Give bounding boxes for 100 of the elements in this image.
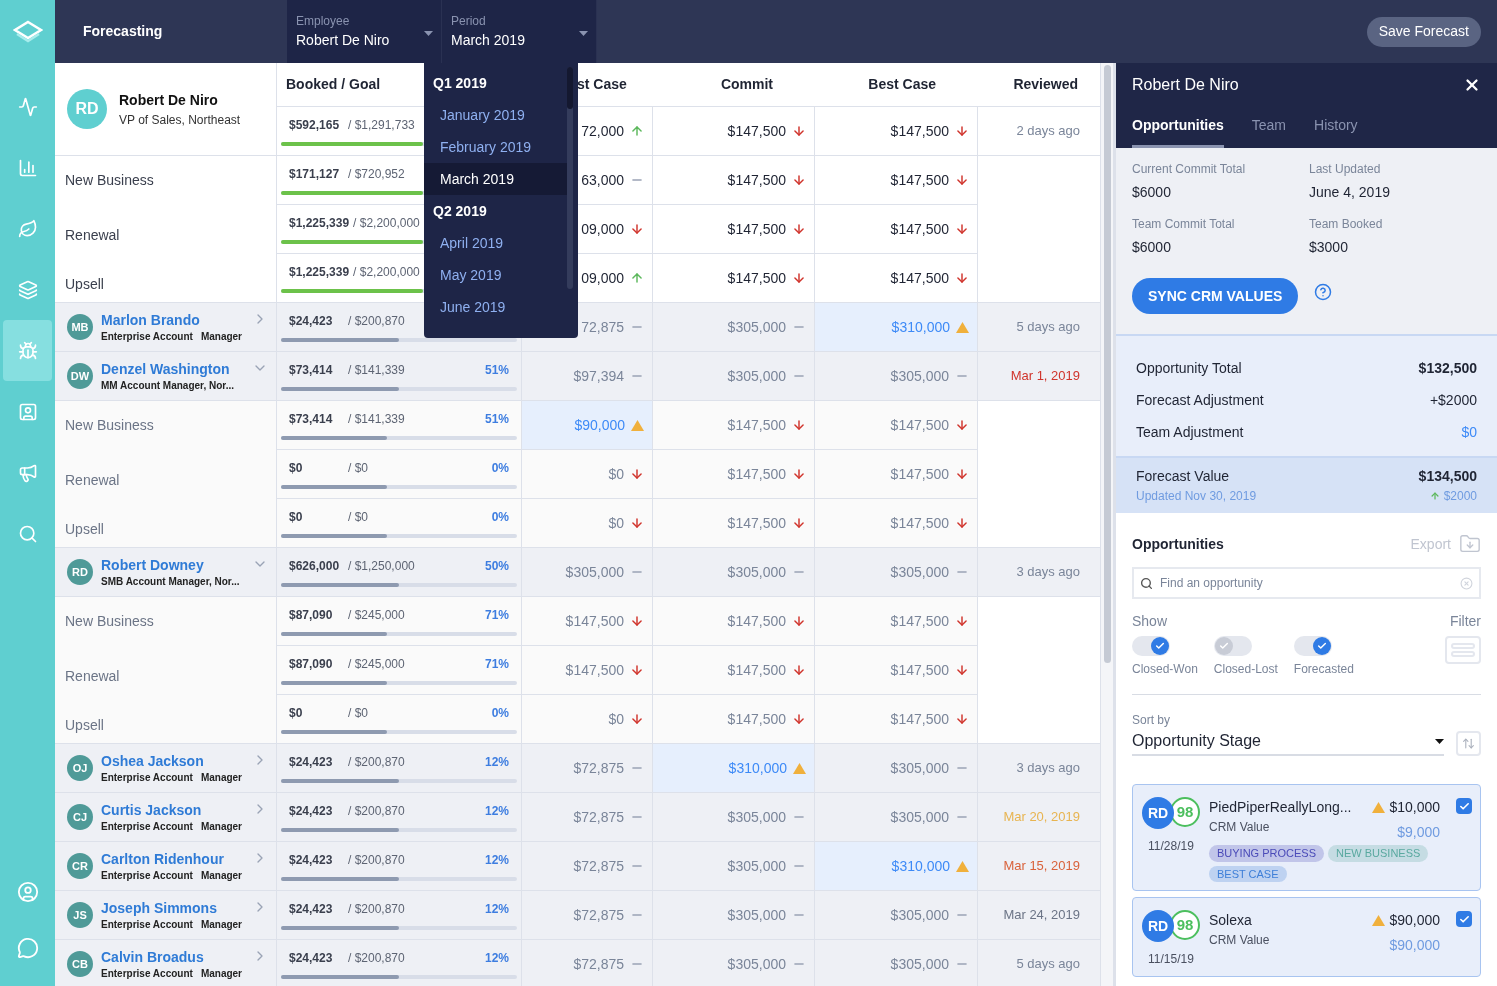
menu-item[interactable]: April 2019	[424, 227, 567, 259]
cell-value: $310,000	[891, 317, 950, 337]
toggle-switch[interactable]	[1293, 636, 1332, 656]
percent: 12%	[484, 901, 509, 918]
cell-value: $147,500	[727, 513, 786, 533]
sort-label: Sort by	[1132, 712, 1171, 729]
percent: 12%	[484, 950, 509, 967]
booked-amount: $24,423	[289, 754, 334, 771]
avatar: CJ	[67, 804, 93, 830]
panel-tab[interactable]: Team	[1251, 115, 1286, 148]
menu-item[interactable]: May 2019	[424, 259, 567, 291]
app-title: Forecasting	[83, 22, 163, 41]
menu-group-label: Q1 2019	[433, 73, 487, 93]
avatar: OJ	[67, 755, 93, 781]
member-name[interactable]: Marlon Brando	[101, 310, 244, 329]
checkbox[interactable]	[1456, 911, 1472, 927]
cell-value: $72,875	[573, 758, 624, 778]
toggle-label: Closed-Won	[1132, 661, 1198, 678]
bug-icon	[17, 340, 38, 361]
goal-amount: / $200,870	[348, 313, 405, 330]
avatar: CB	[67, 951, 93, 977]
owner-name: Robert De Niro	[119, 90, 219, 110]
member-title: SMB Account Manager, Nor...	[101, 574, 240, 589]
cell-value: $147,500	[727, 415, 786, 435]
summary-label: Team Adjustment	[1136, 422, 1244, 442]
member-name[interactable]: Joseph Simmons	[101, 898, 244, 917]
percent: 71%	[484, 656, 509, 673]
logo-icon[interactable]	[12, 20, 43, 44]
booked-amount: $1,225,339	[289, 264, 350, 281]
member-name[interactable]: Calvin Broadus	[101, 947, 244, 966]
folder-download-icon[interactable]	[1459, 533, 1481, 555]
help-icon[interactable]	[1314, 283, 1333, 301]
search-icon	[1140, 577, 1153, 590]
goal-amount: / $2,200,000	[353, 215, 420, 232]
contact-card-icon	[17, 401, 38, 422]
menu-item[interactable]: January 2019	[424, 99, 567, 131]
cell-value: $147,500	[727, 660, 786, 680]
cell-value: $305,000	[727, 366, 786, 386]
cell-value: $147,500	[727, 464, 786, 484]
sort-order-button[interactable]	[1456, 731, 1481, 756]
reviewed-date: 3 days ago	[1016, 563, 1080, 582]
clear-icon[interactable]	[1460, 577, 1473, 590]
goal-amount: / $200,870	[348, 852, 405, 869]
toggle-label: Forecasted	[1293, 661, 1354, 678]
menu-group-label: Q2 2019	[433, 201, 487, 221]
caret-icon	[1435, 738, 1444, 744]
goal-amount: / $200,870	[348, 901, 405, 918]
warning-icon	[793, 762, 806, 774]
toggle-switch[interactable]	[1213, 636, 1252, 656]
filter-dropdown[interactable]: Period March 2019	[442, 0, 597, 63]
check-icon	[1316, 641, 1327, 651]
owner-title: VP of Sales, Northeast	[119, 111, 241, 129]
cell-value: 72,875	[581, 317, 624, 337]
opportunity-card[interactable]: RD 98 11/28/19 PiedPiperReallyLong... $10,000 CRM Value $9,000 BUYING PROCESS NEW BUSINESS BEST CASE	[1132, 784, 1481, 891]
percent: 51%	[484, 362, 509, 379]
panel-tab[interactable]: History	[1314, 115, 1358, 148]
percent: 51%	[484, 411, 509, 428]
goal-amount: / $245,000	[348, 607, 405, 624]
nav-item[interactable]	[3, 320, 52, 381]
avatar: RD	[67, 89, 107, 129]
summary-label: Opportunity Total	[1136, 358, 1242, 378]
menu-scrollbar[interactable]	[567, 67, 573, 289]
cell-value: $147,500	[727, 268, 786, 288]
goal-amount: / $0	[348, 705, 368, 722]
menu-item[interactable]: February 2019	[424, 131, 567, 163]
cell-value: $310,000	[728, 758, 787, 778]
member-name[interactable]: Oshea Jackson	[101, 751, 244, 770]
avatar: RD	[1142, 797, 1174, 829]
menu-item[interactable]: June 2019	[424, 291, 567, 323]
checkbox[interactable]	[1456, 798, 1472, 814]
booked-amount: $87,090	[289, 656, 334, 673]
cell-value: $97,394	[573, 366, 624, 386]
filter-dropdown[interactable]: Employee Robert De Niro	[287, 0, 442, 63]
scrollbar[interactable]	[1100, 63, 1113, 986]
member-title: Manager	[200, 770, 242, 785]
cell-value: $147,500	[890, 660, 949, 680]
cell-value: $310,000	[891, 856, 950, 876]
sync-crm-button[interactable]: SYNC CRM VALUES	[1132, 278, 1299, 314]
search-field[interactable]: Find an opportunity	[1132, 567, 1481, 599]
member-title: Enterprise Account	[101, 819, 193, 834]
user-icon	[16, 881, 39, 903]
member-name[interactable]: Denzel Washington	[101, 359, 244, 378]
check-icon	[1218, 641, 1229, 651]
avatar: JS	[67, 902, 93, 928]
sort-select[interactable]: Opportunity Stage	[1132, 729, 1444, 756]
sort-icon	[1462, 737, 1475, 750]
toggle-switch[interactable]	[1132, 636, 1170, 656]
goal-amount: / $141,339	[348, 411, 405, 428]
member-name[interactable]: Curtis Jackson	[101, 800, 244, 819]
member-name[interactable]: Robert Downey	[101, 555, 244, 574]
close-icon[interactable]	[1463, 76, 1481, 94]
cell-value: $147,500	[727, 611, 786, 631]
menu-item[interactable]: March 2019	[424, 163, 567, 195]
reviewed-date: 5 days ago	[1016, 318, 1080, 337]
cell-value: 63,000	[581, 170, 624, 190]
member-title: Manager	[200, 819, 242, 834]
opportunity-card[interactable]: RD 98 11/15/19 Solexa $90,000 CRM Value $90,000	[1132, 897, 1481, 977]
filter-button[interactable]	[1445, 636, 1481, 664]
member-name[interactable]: Carlton Ridenhour	[101, 849, 244, 868]
save-forecast-button[interactable]: Save Forecast	[1366, 16, 1481, 47]
